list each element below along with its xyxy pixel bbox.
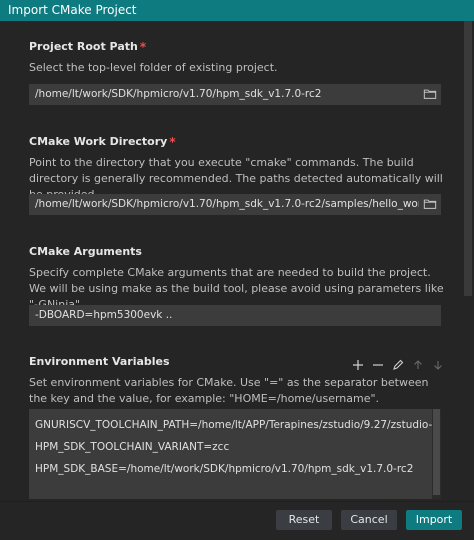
env-line: GNURISCV_TOOLCHAIN_PATH=/home/lt/APP/Ter… — [35, 419, 432, 431]
arrow-up-icon — [414, 360, 422, 369]
window-title: Import CMake Project — [0, 0, 474, 21]
project-root-label-text: Project Root Path — [29, 40, 138, 53]
env-vars-textarea[interactable]: GNURISCV_TOOLCHAIN_PATH=/home/lt/APP/Ter… — [29, 409, 432, 499]
move-down-button[interactable] — [430, 357, 446, 373]
minus-icon — [373, 364, 383, 366]
cmake-args-section: CMake Arguments Specify complete CMake a… — [29, 244, 449, 313]
arrow-down-icon — [434, 361, 442, 370]
move-up-button[interactable] — [410, 357, 426, 373]
work-dir-section: CMake Work Directory * Point to the dire… — [29, 134, 449, 203]
required-marker: * — [139, 40, 147, 54]
env-line: HPM_SDK_BASE=/home/lt/work/SDK/hpmicro/v… — [35, 463, 414, 475]
plus-icon — [353, 360, 363, 370]
reset-button[interactable]: Reset — [276, 510, 332, 530]
remove-env-button[interactable] — [370, 357, 386, 373]
folder-icon[interactable] — [423, 197, 437, 211]
env-line: HPM_SDK_TOOLCHAIN_VARIANT=zcc — [35, 441, 230, 453]
work-dir-label-text: CMake Work Directory — [29, 135, 168, 148]
env-vars-toolbar — [350, 357, 446, 373]
footer-divider — [0, 501, 474, 502]
project-root-description: Select the top-level folder of existing … — [29, 61, 278, 74]
edit-env-button[interactable] — [390, 357, 406, 373]
cmake-args-input[interactable]: -DBOARD=hpm5300evk .. — [29, 305, 441, 326]
env-vars-description: Set environment variables for CMake. Use… — [29, 376, 429, 405]
folder-icon[interactable] — [423, 87, 437, 101]
project-root-section: Project Root Path * Select the top-level… — [29, 39, 449, 76]
work-dir-label: CMake Work Directory * — [29, 134, 449, 150]
pencil-icon — [393, 359, 404, 370]
cmake-args-value[interactable]: -DBOARD=hpm5300evk .. — [35, 305, 419, 326]
work-dir-value[interactable]: /home/lt/work/SDK/hpmicro/v1.70/hpm_sdk_… — [35, 194, 419, 215]
env-vars-label-text: Environment Variables — [29, 355, 170, 368]
cancel-button[interactable]: Cancel — [341, 510, 397, 530]
add-env-button[interactable] — [350, 357, 366, 373]
form-scrollbar-thumb[interactable] — [464, 21, 472, 296]
cmake-args-label: CMake Arguments — [29, 244, 449, 260]
cmake-args-label-text: CMake Arguments — [29, 245, 142, 258]
project-root-value[interactable]: /home/lt/work/SDK/hpmicro/v1.70/hpm_sdk_… — [35, 84, 419, 105]
env-vars-scrollbar-thumb[interactable] — [433, 409, 440, 495]
project-root-input[interactable]: /home/lt/work/SDK/hpmicro/v1.70/hpm_sdk_… — [29, 84, 441, 105]
required-marker: * — [169, 135, 176, 149]
form-scroll-area[interactable]: Project Root Path * Select the top-level… — [0, 21, 462, 501]
work-dir-input[interactable]: /home/lt/work/SDK/hpmicro/v1.70/hpm_sdk_… — [29, 194, 441, 215]
import-dialog: Project Root Path * Select the top-level… — [0, 21, 474, 540]
import-button[interactable]: Import — [406, 510, 462, 530]
project-root-label: Project Root Path * — [29, 39, 449, 55]
